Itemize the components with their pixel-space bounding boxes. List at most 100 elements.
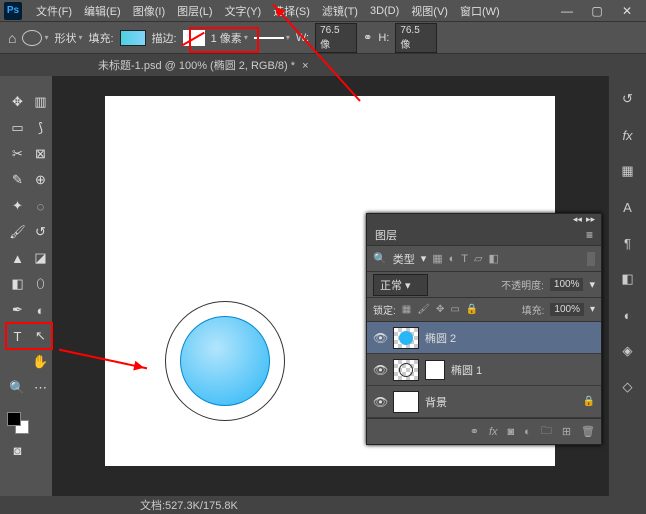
stamp-tool[interactable]: ▲	[8, 248, 28, 268]
lock-paint-icon[interactable]: 🖌	[417, 304, 430, 315]
filter-toggle[interactable]	[587, 252, 595, 266]
shape-mode-dropdown[interactable]: 形状 ▾	[54, 30, 82, 46]
layer-row[interactable]: 👁 背景 🔒	[367, 386, 601, 418]
layer-name[interactable]: 椭圆 2	[425, 330, 456, 346]
menu-edit[interactable]: 编辑(E)	[78, 3, 127, 19]
layers-panel-icon[interactable]: ◧	[619, 270, 637, 288]
brush-tool[interactable]: 🖌	[8, 222, 28, 242]
quickmask-tool[interactable]: ◙	[8, 440, 28, 460]
filter-shape-icon[interactable]: ▱	[474, 252, 482, 265]
panel-drag-handle[interactable]: ◂◂ ▸▸	[367, 214, 601, 224]
link-layers-icon[interactable]: ⚭	[470, 425, 479, 438]
width-input[interactable]: 76.5 像	[315, 23, 357, 53]
swatches-panel-icon[interactable]: ▦	[619, 162, 637, 180]
close-icon[interactable]: ▸▸	[586, 214, 595, 225]
filter-pixel-icon[interactable]: ▦	[432, 252, 442, 265]
link-wh-icon[interactable]: ⚭	[363, 31, 372, 44]
visibility-icon[interactable]: 👁	[373, 395, 387, 409]
collapse-icon[interactable]: ◂◂	[573, 214, 582, 225]
layer-thumb[interactable]	[393, 359, 419, 381]
filter-smart-icon[interactable]: ◧	[489, 252, 499, 265]
stroke-width-dropdown[interactable]: 1 像素 ▾	[211, 30, 248, 46]
lock-artboard-icon[interactable]: ▭	[450, 304, 459, 315]
type-tool[interactable]: T	[8, 326, 28, 346]
frame-tool[interactable]: ⊠	[31, 144, 51, 164]
shape-tool-preset[interactable]: ▾	[22, 30, 48, 46]
menu-window[interactable]: 窗口(W)	[454, 3, 506, 19]
blend-mode-dropdown[interactable]: 正常 ▾	[373, 274, 428, 296]
artboard-tool[interactable]: ▥	[31, 92, 51, 112]
layer-thumb[interactable]	[393, 391, 419, 413]
layer-row[interactable]: 👁 椭圆 2	[367, 322, 601, 354]
maximize-button[interactable]: ▢	[582, 1, 612, 21]
group-icon[interactable]: 🗀	[541, 422, 552, 441]
visibility-icon[interactable]: 👁	[373, 363, 387, 377]
crop-tool[interactable]: ✂	[8, 144, 28, 164]
blur-tool[interactable]: ⬯	[31, 274, 51, 294]
home-icon[interactable]: ⌂	[8, 30, 16, 46]
close-button[interactable]: ✕	[612, 1, 642, 21]
menu-layer[interactable]: 图层(L)	[171, 3, 218, 19]
stroke-color-swatch[interactable]	[183, 30, 205, 46]
lock-position-icon[interactable]: ✥	[436, 304, 444, 315]
fx-panel-icon[interactable]: fx	[619, 126, 637, 144]
eyedropper-tool[interactable]: ✎	[8, 170, 28, 190]
layer-mask-thumb[interactable]	[425, 360, 445, 380]
menu-filter[interactable]: 滤镜(T)	[316, 3, 364, 19]
fx-icon[interactable]: fx	[489, 426, 498, 438]
channels-panel-icon[interactable]: ◈	[619, 342, 637, 360]
opacity-input[interactable]: 100%	[550, 278, 584, 291]
menu-type[interactable]: 文字(Y)	[219, 3, 268, 19]
lock-all-icon[interactable]: 🔒	[466, 304, 478, 315]
layer-name[interactable]: 背景	[425, 394, 447, 410]
gradient-tool[interactable]: ◧	[8, 274, 28, 294]
new-layer-icon[interactable]: ⊞	[562, 425, 571, 438]
marquee-tool[interactable]: ▭	[8, 118, 28, 138]
close-icon[interactable]: ×	[302, 60, 308, 72]
pen-tool[interactable]: ✒	[8, 300, 28, 320]
heal-tool[interactable]: ⊕	[31, 170, 51, 190]
panel-title-bar[interactable]: 图层 ≡	[367, 224, 601, 246]
document-tab[interactable]: 未标题-1.psd @ 100% (椭圆 2, RGB/8) * ×	[90, 57, 317, 73]
zoom-tool[interactable]: 🔍	[8, 378, 28, 398]
layer-row[interactable]: 👁 椭圆 1	[367, 354, 601, 386]
menu-3d[interactable]: 3D(D)	[364, 5, 405, 17]
adjustments-panel-icon[interactable]: ◐	[619, 306, 637, 324]
fill-opacity-input[interactable]: 100%	[550, 303, 584, 316]
adjustment-layer-icon[interactable]: ◐	[524, 426, 531, 438]
mask-icon[interactable]: ◙	[508, 426, 515, 438]
fill-color-swatch[interactable]	[120, 30, 146, 46]
panel-menu-icon[interactable]: ≡	[586, 228, 593, 242]
history-brush-tool[interactable]: ↺	[31, 222, 51, 242]
lock-transparent-icon[interactable]: ▦	[402, 304, 411, 315]
search-icon[interactable]: 🔍	[373, 252, 387, 265]
chevron-down-icon[interactable]: ▾	[589, 278, 595, 291]
move-tool[interactable]: ✥	[8, 92, 28, 112]
filter-type-icon[interactable]: T	[461, 253, 468, 265]
hand-tool[interactable]: ✋	[31, 352, 51, 372]
stroke-style-dropdown[interactable]: ▾	[254, 33, 290, 42]
delete-layer-icon[interactable]: 🗑	[581, 425, 595, 438]
path-select-tool[interactable]: ↖	[31, 326, 51, 346]
filter-adjust-icon[interactable]: ◐	[449, 253, 456, 265]
fg-color[interactable]	[7, 412, 21, 426]
chevron-down-icon[interactable]: ▾	[590, 304, 595, 315]
filter-type-label[interactable]: 类型	[393, 251, 415, 267]
paragraph-panel-icon[interactable]: ¶	[619, 234, 637, 252]
ellipse-shape-tool[interactable]	[8, 352, 28, 372]
history-panel-icon[interactable]: ↺	[619, 90, 637, 108]
character-panel-icon[interactable]: A	[619, 198, 637, 216]
lasso-tool[interactable]: ⟆	[31, 118, 51, 138]
visibility-icon[interactable]: 👁	[373, 331, 387, 345]
edit-toolbar[interactable]: ⋯	[31, 378, 51, 398]
layer-thumb[interactable]	[393, 327, 419, 349]
layer-name[interactable]: 椭圆 1	[451, 362, 482, 378]
height-input[interactable]: 76.5 像	[395, 23, 437, 53]
dodge-tool[interactable]: ◐	[31, 300, 51, 320]
paths-panel-icon[interactable]: ◇	[619, 378, 637, 396]
menu-image[interactable]: 图像(I)	[127, 3, 171, 19]
wand-tool[interactable]: ✦	[8, 196, 28, 216]
doc-size-label[interactable]: 文档:527.3K/175.8K	[140, 497, 238, 513]
minimize-button[interactable]: —	[552, 1, 582, 21]
menu-file[interactable]: 文件(F)	[30, 3, 78, 19]
